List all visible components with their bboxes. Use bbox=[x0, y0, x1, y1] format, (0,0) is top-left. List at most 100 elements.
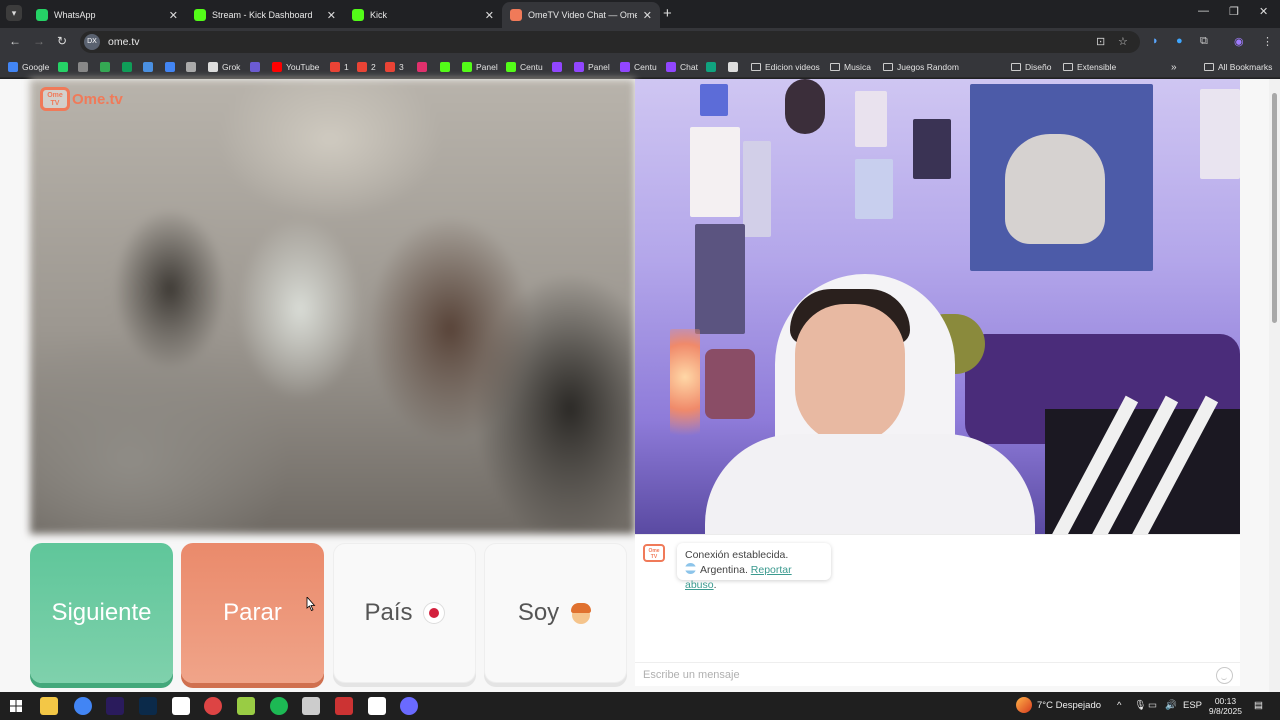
reload-icon[interactable]: ↻ bbox=[57, 34, 67, 48]
bookmark-item[interactable] bbox=[552, 60, 566, 74]
tab-search-icon[interactable]: ▾ bbox=[6, 5, 22, 21]
bookmark-star-icon[interactable]: ☆ bbox=[1118, 35, 1128, 48]
obs-icon[interactable] bbox=[204, 697, 222, 715]
extension-shield-icon[interactable]: ● bbox=[1176, 35, 1183, 47]
bookmark-item[interactable]: 2 bbox=[357, 60, 376, 74]
stop-button[interactable]: Parar bbox=[181, 543, 324, 683]
close-window-icon[interactable]: ✕ bbox=[1259, 5, 1268, 18]
bookmark-item[interactable] bbox=[58, 60, 72, 74]
wall-poster bbox=[855, 159, 893, 219]
chrome-icon[interactable] bbox=[74, 697, 92, 715]
bookmark-item[interactable]: 1 bbox=[330, 60, 349, 74]
bookmark-item[interactable] bbox=[706, 60, 720, 74]
browser-tab[interactable]: Kick ✕ bbox=[344, 2, 502, 28]
browser-tab[interactable]: OmeTV Video Chat — Ome ✕ bbox=[502, 2, 660, 28]
browser-menu-icon[interactable]: ⋮ bbox=[1262, 35, 1273, 48]
weather-text[interactable]: 7°C Despejado bbox=[1037, 700, 1101, 711]
bookmark-folder[interactable]: Musica bbox=[830, 60, 871, 74]
bookmark-folder[interactable]: Edicion videos bbox=[751, 60, 820, 74]
lamp-glow bbox=[670, 329, 700, 449]
photoshop-icon[interactable] bbox=[139, 697, 157, 715]
profile-avatar-icon[interactable]: ◉ bbox=[1234, 35, 1244, 48]
minimize-icon[interactable]: — bbox=[1198, 5, 1209, 17]
capcut-icon[interactable] bbox=[368, 697, 386, 715]
all-bookmarks-button[interactable]: All Bookmarks bbox=[1204, 60, 1272, 74]
volume-icon[interactable]: 🔊 bbox=[1165, 700, 1177, 711]
bookmark-favicon-icon bbox=[165, 62, 175, 72]
address-bar[interactable]: DX ome.tv bbox=[80, 31, 1140, 53]
bookmark-folder[interactable]: Juegos Random bbox=[883, 60, 959, 74]
message-input[interactable] bbox=[643, 669, 1203, 681]
restore-icon[interactable]: ❐ bbox=[1229, 5, 1239, 18]
close-tab-icon[interactable]: ✕ bbox=[327, 9, 336, 22]
language-indicator[interactable]: ESP bbox=[1183, 700, 1202, 711]
windows-start-icon[interactable] bbox=[10, 700, 22, 712]
emoji-icon[interactable] bbox=[1216, 667, 1233, 684]
notifications-icon[interactable]: ▤ bbox=[1254, 700, 1263, 711]
bookmark-item[interactable] bbox=[440, 60, 454, 74]
bookmark-favicon-icon bbox=[574, 62, 584, 72]
voice-meeter-icon[interactable] bbox=[335, 697, 353, 715]
extension-audio-icon[interactable]: ◗ bbox=[1152, 35, 1159, 47]
back-icon[interactable]: ← bbox=[9, 34, 21, 48]
bookmark-item[interactable] bbox=[186, 60, 200, 74]
android-icon[interactable] bbox=[237, 697, 255, 715]
bookmark-folder[interactable]: Diseño bbox=[1011, 60, 1051, 74]
bookmark-favicon-icon bbox=[620, 62, 630, 72]
browser-tab[interactable]: Stream - Kick Dashboard ✕ bbox=[186, 2, 344, 28]
bookmark-item[interactable]: Grok bbox=[208, 60, 240, 74]
bookmark-folder[interactable]: Extensible bbox=[1063, 60, 1116, 74]
bookmark-item[interactable] bbox=[100, 60, 114, 74]
app-circle-icon[interactable] bbox=[400, 697, 418, 715]
new-tab-button[interactable]: + bbox=[663, 5, 672, 22]
tab-title: WhatsApp bbox=[54, 10, 96, 20]
bookmark-item[interactable]: Panel bbox=[574, 60, 610, 74]
gender-button[interactable]: Soy bbox=[484, 543, 627, 683]
country-button[interactable]: País bbox=[333, 543, 476, 683]
bookmark-item[interactable] bbox=[165, 60, 179, 74]
settings-icon[interactable] bbox=[302, 697, 320, 715]
notion-icon[interactable] bbox=[172, 697, 190, 715]
bookmark-item[interactable] bbox=[122, 60, 136, 74]
site-info-icon[interactable]: DX bbox=[84, 34, 100, 50]
bookmark-item[interactable] bbox=[78, 60, 92, 74]
bookmark-item[interactable]: Chat bbox=[666, 60, 698, 74]
spotify-icon[interactable] bbox=[270, 697, 288, 715]
bookmark-item[interactable] bbox=[417, 60, 431, 74]
close-tab-icon[interactable]: ✕ bbox=[643, 9, 652, 22]
page-scrollbar[interactable] bbox=[1269, 79, 1280, 692]
bookmark-item[interactable]: YouTube bbox=[272, 60, 319, 74]
ometv-logo[interactable]: Ome TV Ome.tv bbox=[40, 87, 123, 111]
bookmark-item[interactable]: Centu bbox=[620, 60, 657, 74]
install-app-icon[interactable]: ⊡ bbox=[1096, 35, 1105, 48]
bookmark-item[interactable] bbox=[250, 60, 264, 74]
browser-tab[interactable]: WhatsApp ✕ bbox=[28, 2, 186, 28]
system-clock[interactable]: 00:13 9/8/2025 bbox=[1209, 696, 1242, 716]
folder-label: Diseño bbox=[1025, 62, 1052, 72]
extensions-puzzle-icon[interactable]: ⧉ bbox=[1200, 35, 1208, 48]
file-explorer-icon[interactable] bbox=[40, 697, 58, 715]
bookmark-favicon-icon bbox=[706, 62, 716, 72]
bookmark-item[interactable]: Panel bbox=[462, 60, 498, 74]
close-tab-icon[interactable]: ✕ bbox=[169, 9, 178, 22]
bookmark-item[interactable]: Google bbox=[8, 60, 49, 74]
bookmarks-overflow-icon[interactable]: » bbox=[1171, 60, 1177, 74]
url-text[interactable]: ome.tv bbox=[108, 36, 140, 48]
folder-label: Juegos Random bbox=[897, 62, 959, 72]
scroll-thumb[interactable] bbox=[1272, 93, 1277, 323]
folder-icon bbox=[751, 63, 761, 71]
forward-icon[interactable]: → bbox=[33, 34, 45, 48]
shelf-figures bbox=[1200, 89, 1240, 179]
tray-chevron-icon[interactable]: ^ bbox=[1117, 700, 1121, 711]
wall-poster bbox=[913, 119, 951, 179]
wall-poster bbox=[855, 91, 887, 147]
bookmark-item[interactable]: Centu bbox=[506, 60, 543, 74]
bookmark-item[interactable] bbox=[143, 60, 157, 74]
microphone-icon[interactable]: 🎙 bbox=[1134, 700, 1146, 711]
next-button[interactable]: Siguiente bbox=[30, 543, 173, 683]
bookmark-item[interactable]: 3 bbox=[385, 60, 404, 74]
network-icon[interactable]: ▭ bbox=[1148, 700, 1157, 711]
premiere-icon[interactable] bbox=[106, 697, 124, 715]
bookmark-item[interactable] bbox=[728, 60, 742, 74]
close-tab-icon[interactable]: ✕ bbox=[485, 9, 494, 22]
